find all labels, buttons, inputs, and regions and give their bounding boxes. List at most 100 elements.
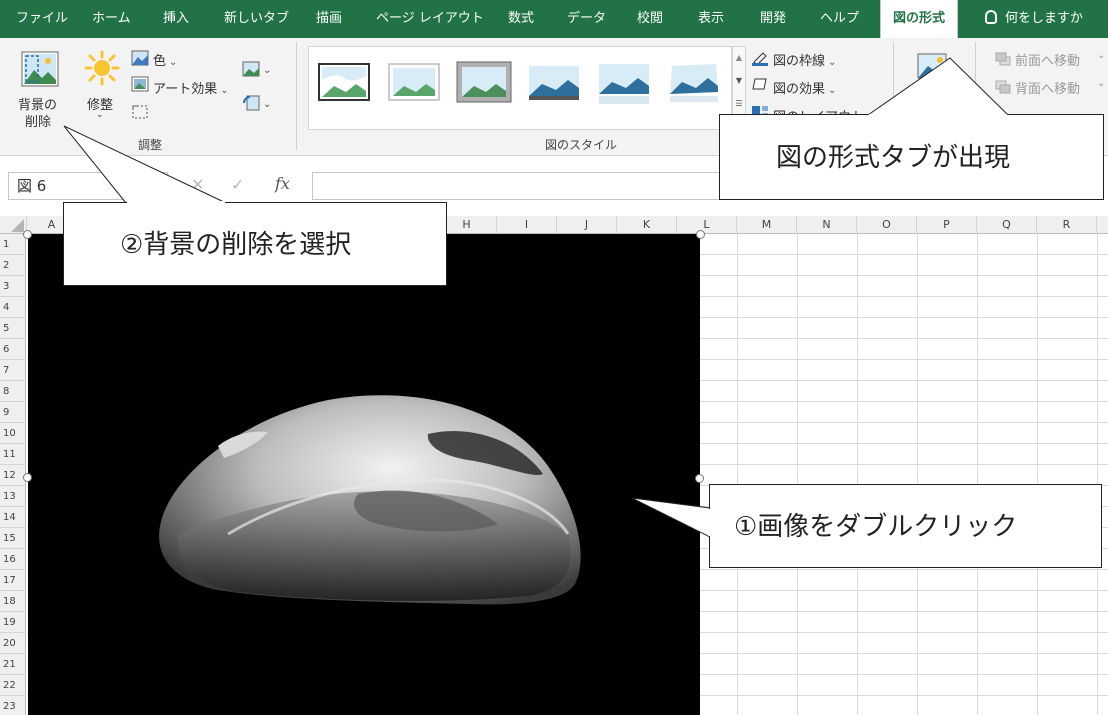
gallery-down-icon[interactable]: ▼ [733, 76, 745, 85]
adjust-group-label: 調整 [138, 138, 163, 152]
row-header[interactable]: 9 [0, 402, 26, 423]
row-header[interactable]: 21 [0, 654, 26, 675]
picture-border-button[interactable]: 図の枠線 ⌄ [773, 50, 836, 69]
picture-effects-icon[interactable] [751, 76, 769, 92]
column-header[interactable]: N [797, 216, 857, 234]
remove-background-label-2[interactable]: 削除 [25, 111, 51, 130]
sun-icon[interactable] [84, 50, 120, 86]
row-header[interactable]: 15 [0, 528, 26, 549]
bring-forward-label[interactable]: 前面へ移動 [1015, 50, 1080, 69]
send-backward-label[interactable]: 背面へ移動 [1015, 78, 1080, 97]
row-header[interactable]: 5 [0, 318, 26, 339]
chevron-down-icon[interactable]: ⌄ [1097, 50, 1105, 61]
row-header[interactable]: 3 [0, 276, 26, 297]
column-header[interactable]: O [857, 216, 917, 234]
transparency-icon[interactable] [131, 104, 149, 120]
row-header[interactable]: 4 [0, 297, 26, 318]
color-button[interactable]: 色 ⌄ [153, 50, 177, 69]
picture-style-2[interactable] [386, 58, 442, 106]
lightbulb-icon [985, 9, 997, 24]
tab-formulas[interactable]: 数式 [508, 0, 534, 38]
tab-view[interactable]: 表示 [698, 0, 724, 38]
row-header[interactable]: 19 [0, 612, 26, 633]
row-header[interactable]: 1 [0, 234, 26, 255]
enter-icon[interactable]: ✓ [231, 175, 244, 194]
row-header[interactable]: 23 [0, 696, 26, 715]
bring-forward-icon[interactable] [995, 52, 1011, 66]
picture-style-3[interactable] [456, 58, 512, 106]
column-header[interactable]: R [1037, 216, 1097, 234]
tab-page-layout[interactable]: ページ レイアウト [376, 0, 484, 38]
callout-tab-appeared: 図の形式タブが出現 [719, 114, 1104, 200]
column-header[interactable]: P [917, 216, 977, 234]
picture-style-1[interactable] [316, 58, 372, 106]
row-header[interactable]: 7 [0, 360, 26, 381]
row-header[interactable]: 10 [0, 423, 26, 444]
tab-insert[interactable]: 挿入 [163, 0, 189, 38]
column-header[interactable]: I [497, 216, 557, 234]
svg-text:⌄: ⌄ [263, 99, 271, 110]
column-header[interactable]: K [617, 216, 677, 234]
color-picture-icon[interactable] [131, 50, 149, 66]
column-header[interactable]: J [557, 216, 617, 234]
gallery-up-icon[interactable]: ▲ [733, 53, 745, 62]
tell-me-label: 何をしますか [1005, 11, 1084, 26]
column-header[interactable]: L [677, 216, 737, 234]
picture-style-4[interactable] [526, 58, 582, 106]
picture-style-6[interactable] [666, 58, 722, 106]
tab-new-tab[interactable]: 新しいタブ [224, 0, 289, 38]
change-picture-icon[interactable]: ⌄ [242, 94, 272, 112]
gallery-more-icon[interactable]: ☰ [733, 99, 745, 108]
picture-effects-label: 図の効果 [773, 82, 826, 97]
row-header[interactable]: 6 [0, 339, 26, 360]
chevron-down-icon[interactable]: ⌄ [1097, 78, 1105, 89]
callout-joint [708, 509, 711, 536]
column-header[interactable]: Q [977, 216, 1037, 234]
resize-handle-top-left[interactable] [23, 230, 32, 239]
chevron-down-icon[interactable]: ⌄ [96, 110, 104, 120]
picture-style-5[interactable] [596, 58, 652, 106]
tab-developer[interactable]: 開発 [760, 0, 786, 38]
row-header[interactable]: 12 [0, 465, 26, 486]
row-header[interactable]: 22 [0, 675, 26, 696]
row-header[interactable]: 8 [0, 381, 26, 402]
picture-effects-button[interactable]: 図の効果 ⌄ [773, 78, 836, 97]
column-header[interactable]: M [737, 216, 797, 234]
tell-me-search[interactable]: 何をしますか [985, 0, 1083, 38]
mouse-image [159, 395, 581, 605]
row-header[interactable]: 17 [0, 570, 26, 591]
resize-handle-left[interactable] [23, 473, 32, 482]
alt-text-icon[interactable] [916, 50, 952, 84]
artistic-effects-button[interactable]: アート効果 ⌄ [153, 78, 229, 97]
alt-text-label[interactable]: 代替 [917, 92, 943, 111]
tab-data[interactable]: データ [567, 0, 606, 38]
ribbon-tab-bar: ファイル ホーム 挿入 新しいタブ 描画 ページ レイアウト 数式 データ 校閲… [0, 0, 1108, 40]
row-header[interactable]: 16 [0, 549, 26, 570]
resize-handle-right[interactable] [695, 474, 704, 483]
tab-help[interactable]: ヘルプ [820, 0, 859, 38]
tab-draw[interactable]: 描画 [316, 0, 342, 38]
tab-picture-format[interactable]: 図の形式 [880, 0, 959, 40]
insert-function-icon[interactable]: fx [275, 174, 290, 193]
tab-file[interactable]: ファイル [16, 0, 68, 38]
row-header[interactable]: 11 [0, 444, 26, 465]
picture-border-icon[interactable] [751, 50, 769, 66]
mouse-picture[interactable] [28, 234, 700, 715]
remove-background-icon[interactable] [20, 50, 60, 90]
send-backward-icon[interactable] [995, 80, 1011, 94]
picture-border-label: 図の枠線 [773, 54, 826, 69]
row-header[interactable]: 14 [0, 507, 26, 528]
compress-pictures-icon[interactable]: ⌄ [242, 60, 272, 78]
tab-review[interactable]: 校閲 [637, 0, 663, 38]
row-header[interactable]: 20 [0, 633, 26, 654]
svg-text:⌄: ⌄ [263, 65, 271, 76]
chevron-down-icon: ⌄ [828, 85, 837, 96]
row-header[interactable]: 18 [0, 591, 26, 612]
cancel-icon[interactable]: ✕ [191, 175, 204, 194]
resize-handle-top-right[interactable] [696, 230, 705, 239]
tab-home[interactable]: ホーム [92, 0, 131, 38]
name-box[interactable]: 図 6 [8, 172, 168, 200]
row-header[interactable]: 2 [0, 255, 26, 276]
artistic-effects-icon[interactable] [131, 76, 149, 92]
row-header[interactable]: 13 [0, 486, 26, 507]
